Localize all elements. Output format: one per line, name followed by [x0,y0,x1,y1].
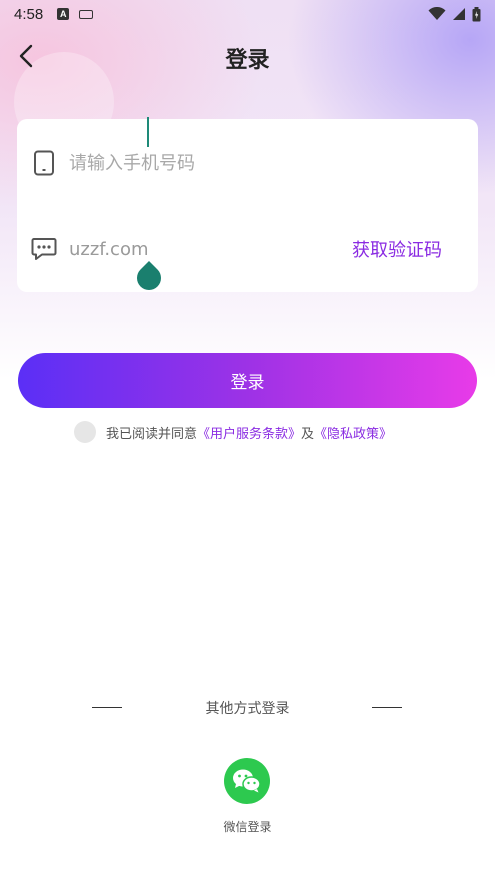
header: 登录 [0,34,495,78]
agreement-conjunction: 及 [301,426,315,442]
phone-input[interactable] [69,147,329,179]
terms-link[interactable]: 《用户服务条款》 [197,423,301,442]
login-button[interactable]: 登录 [18,353,477,408]
signal-icon [453,8,465,20]
agreement-checkbox[interactable] [74,421,96,443]
page-title: 登录 [225,48,270,73]
other-login-label: 其他方式登录 [205,701,290,717]
keyboard-icon [79,9,94,19]
agreement-row: 我已阅读并同意 《用户服务条款》 及 《隐私政策》 [74,421,392,443]
phone-icon [31,149,57,177]
wechat-login-button[interactable] [224,758,270,804]
wifi-icon [428,7,446,20]
verification-code-input[interactable] [69,233,329,265]
get-code-button[interactable]: 获取验证码 [352,236,442,262]
text-cursor [147,117,149,147]
wechat-login-label: 微信登录 [223,820,272,834]
other-login-divider: 其他方式登录 [0,698,495,718]
divider-line-right [372,707,402,708]
status-time: 4:58 [14,5,44,23]
code-field-row: 获取验证码 [17,219,478,279]
login-form-card: 获取验证码 [17,119,478,292]
status-icons [428,6,481,22]
agreement-prefix: 我已阅读并同意 [106,426,198,442]
battery-icon [472,6,481,21]
privacy-link[interactable]: 《隐私政策》 [314,423,392,442]
status-bar: 4:58 A [0,0,495,28]
wechat-icon [233,769,261,793]
chat-bubble-icon [31,235,57,263]
a-icon: A [57,8,70,20]
phone-field-row [17,133,478,193]
